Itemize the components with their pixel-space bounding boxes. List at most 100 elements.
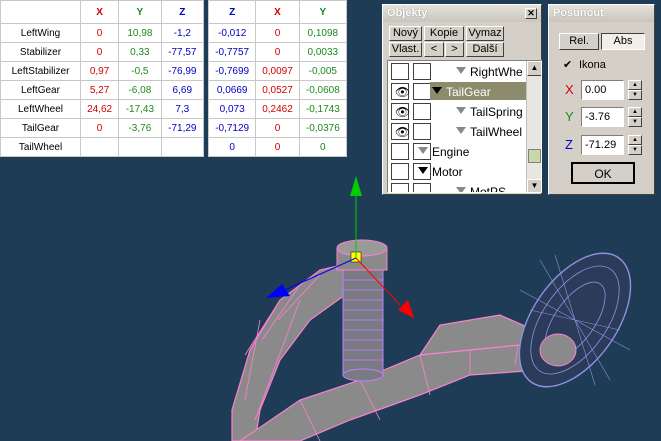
spin-up-icon[interactable]: ▲ [628, 107, 642, 117]
expand-triangle-icon[interactable] [418, 147, 428, 154]
cell-z: 0 [207, 137, 257, 157]
table-row: LeftStabilizer 0,97 -0,5 -76,99 [0, 61, 205, 81]
cell-x: 0 [255, 23, 300, 43]
objects-titlebar[interactable]: Objekty ✕ [383, 5, 541, 22]
visibility-toggle[interactable] [391, 63, 409, 80]
spin-down-icon[interactable]: ▼ [628, 90, 642, 100]
coords-table-absolute: X Y Z LeftWing 0 10,98 -1,2 Stabilizer 0 0,33-… [0, 0, 205, 157]
x-input[interactable] [581, 80, 624, 100]
y-spinner[interactable]: ▲ ▼ [628, 107, 642, 127]
cell-x: 0,0527 [255, 80, 300, 100]
visibility-toggle[interactable] [391, 143, 409, 160]
expand-triangle-icon[interactable] [456, 187, 466, 192]
prev-button[interactable]: < [424, 42, 444, 57]
next-button[interactable]: > [445, 42, 464, 57]
cell-x: 0 [79, 118, 120, 138]
copy-button[interactable]: Kopie [424, 26, 464, 41]
visibility-toggle[interactable] [391, 183, 409, 192]
tree-scrollbar[interactable]: ▲ ▼ [526, 61, 541, 192]
visibility-toggle[interactable]: 👁 [391, 103, 410, 120]
cell-x: 0 [255, 137, 300, 157]
table-row: -0,7757 0 0,0033 [207, 42, 348, 62]
visibility-toggle[interactable]: 👁 [391, 83, 411, 100]
tree-item[interactable]: MotPS [388, 181, 528, 192]
row-name: TailGear [0, 118, 81, 138]
y-label: Y [565, 109, 574, 124]
expand-triangle-icon[interactable] [432, 87, 442, 94]
z-label: Z [565, 137, 573, 152]
z-input[interactable] [581, 135, 624, 155]
spin-up-icon[interactable]: ▲ [628, 80, 642, 90]
relative-button[interactable]: Rel. [559, 33, 599, 50]
cell-z: 7,3 [160, 99, 205, 119]
ok-button[interactable]: OK [571, 162, 635, 184]
delete-button[interactable]: Vymaz [466, 26, 504, 41]
lock-toggle[interactable] [413, 183, 431, 192]
row-name: LeftWing [0, 23, 81, 43]
expand-triangle-icon[interactable] [456, 67, 466, 74]
tree-item-label: TailSpring [470, 105, 523, 119]
scroll-up-icon[interactable]: ▲ [527, 61, 541, 76]
y-input[interactable] [581, 107, 624, 127]
lock-toggle[interactable] [413, 63, 431, 80]
new-button[interactable]: Nový [389, 26, 422, 41]
cell-z: 0,0669 [207, 80, 257, 100]
cell-y: 0 [298, 137, 348, 157]
cell-x: 0 [79, 42, 120, 62]
move-titlebar[interactable]: Posunout [549, 5, 654, 22]
lock-toggle[interactable] [413, 123, 431, 140]
row-name: Stabilizer [0, 42, 81, 62]
header-z: Z [160, 0, 205, 24]
cell-x: 0,2462 [255, 99, 300, 119]
cell-z: -71,29 [160, 118, 205, 138]
scroll-thumb[interactable] [528, 149, 541, 163]
tree-item[interactable]: 👁 TailGear [388, 81, 528, 101]
cell-y: -0,1743 [298, 99, 348, 119]
properties-button[interactable]: Vlast. [389, 42, 422, 57]
expand-triangle-icon[interactable] [456, 107, 466, 114]
expand-triangle-icon[interactable] [456, 127, 466, 134]
object-tree[interactable]: RightWhe 👁 TailGear 👁 TailSpring 👁 TailWheel En… [387, 60, 542, 193]
visibility-toggle[interactable] [391, 163, 409, 180]
header-y: Y [298, 0, 348, 24]
tree-item[interactable]: Engine [388, 141, 528, 161]
cell-x: 0 [79, 23, 120, 43]
cell-y: -0,5 [118, 61, 162, 81]
row-name: LeftGear [0, 80, 81, 100]
spin-up-icon[interactable]: ▲ [628, 135, 642, 145]
tree-item[interactable]: 👁 TailWheel [388, 121, 528, 141]
expand-triangle-icon[interactable] [418, 167, 428, 174]
cell-z: 0,073 [207, 99, 257, 119]
move-window: Posunout Rel. Abs ✔ Ikona X ▲▼ Y ▲▼ Z ▲▼… [548, 4, 655, 195]
close-icon[interactable]: ✕ [525, 8, 537, 19]
lock-toggle[interactable] [413, 103, 431, 120]
spin-down-icon[interactable]: ▼ [628, 117, 642, 127]
tree-item[interactable]: RightWhe [388, 61, 528, 81]
icon-checkbox[interactable]: ✔ [563, 60, 574, 71]
cell-x: 0 [255, 118, 300, 138]
tree-item-label: RightWhe [470, 65, 523, 79]
tree-item[interactable]: 👁 TailSpring [388, 101, 528, 121]
absolute-button[interactable]: Abs [601, 33, 645, 50]
cell-y: -3,76 [118, 118, 162, 138]
x-label: X [565, 82, 574, 97]
tree-item-label: TailGear [446, 85, 491, 99]
cell-x: 24,62 [79, 99, 120, 119]
cell-x: 0 [255, 42, 300, 62]
row-name: TailWheel [0, 137, 81, 157]
tree-item[interactable]: Motor [388, 161, 528, 181]
spin-down-icon[interactable]: ▼ [628, 145, 642, 155]
x-spinner[interactable]: ▲ ▼ [628, 80, 642, 100]
visibility-toggle[interactable]: 👁 [391, 123, 410, 140]
cell-y: 0,33 [118, 42, 162, 62]
lock-toggle[interactable] [413, 83, 431, 100]
spring-mesh [336, 239, 388, 382]
cell-x: 0,0097 [255, 61, 300, 81]
z-spinner[interactable]: ▲ ▼ [628, 135, 642, 155]
table-row: -0,7129 0 -0,0376 [207, 118, 348, 138]
cell-z: -1,2 [160, 23, 205, 43]
eye-icon: 👁 [395, 85, 411, 99]
more-button[interactable]: Další [466, 42, 504, 57]
cell-y: 0,1098 [298, 23, 348, 43]
scroll-down-icon[interactable]: ▼ [527, 179, 541, 192]
